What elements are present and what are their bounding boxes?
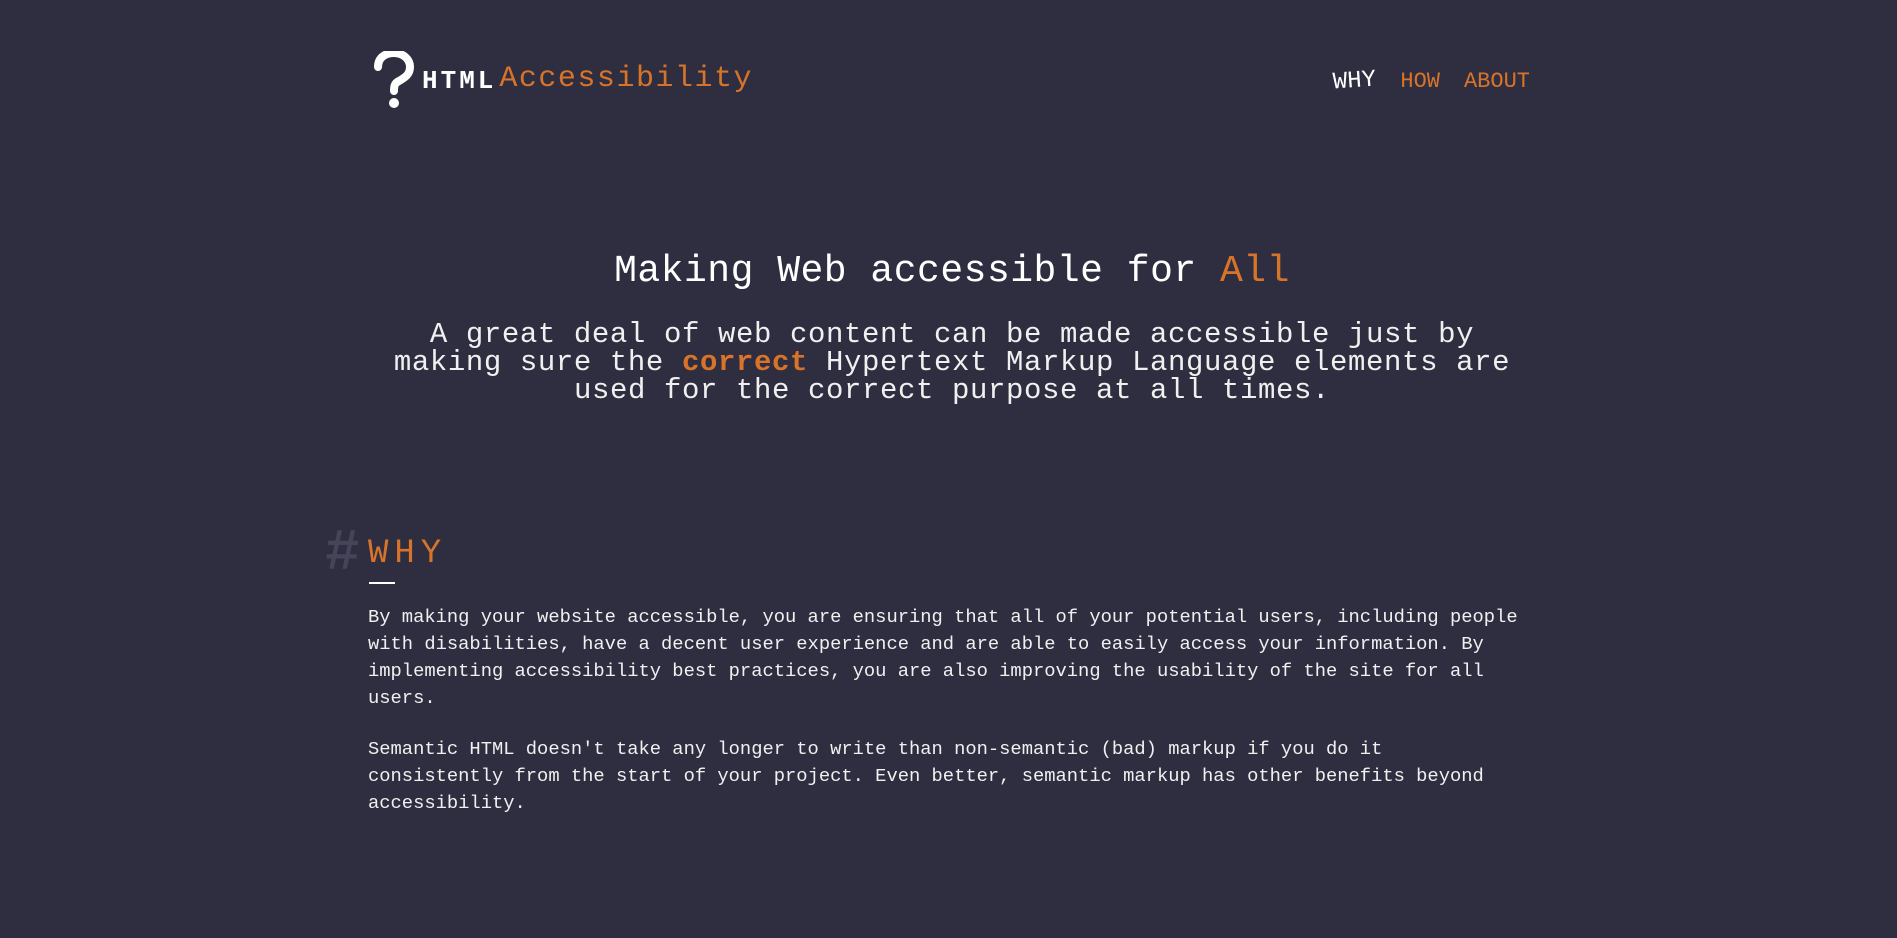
hero: Making Web accessible for All A great de… (372, 250, 1532, 405)
site-header: HTML Accessibility WHY HOW ABOUT (372, 48, 1532, 110)
logo-html-text: HTML (422, 66, 497, 96)
hero-title-main: Making Web accessible for (614, 250, 1220, 293)
site-logo-link[interactable]: HTML Accessibility (372, 48, 753, 110)
why-title: WHY (368, 535, 448, 573)
why-heading: # WHY (325, 526, 1525, 584)
why-section: # WHY By making your website accessible,… (325, 526, 1525, 815)
main-nav: WHY HOW ABOUT (1332, 67, 1530, 97)
why-body: By making your website accessible, you a… (368, 604, 1518, 841)
hero-title-accent: All (1219, 250, 1290, 293)
why-paragraph-1: By making your website accessible, you a… (368, 606, 1518, 709)
title-underline (369, 582, 395, 584)
hero-lead: A great deal of web content can be made … (382, 320, 1522, 405)
nav-link-how[interactable]: HOW (1400, 69, 1440, 94)
question-mark-icon (372, 48, 416, 109)
nav-link-about[interactable]: ABOUT (1464, 69, 1530, 94)
hash-anchor-icon[interactable]: # (325, 526, 360, 584)
logo-accessibility-text: Accessibility (499, 62, 753, 96)
nav-link-why[interactable]: WHY (1332, 67, 1377, 97)
hero-title: Making Web accessible for All (372, 250, 1532, 293)
why-paragraph-2: Semantic HTML doesn't take any longer to… (368, 738, 1484, 814)
